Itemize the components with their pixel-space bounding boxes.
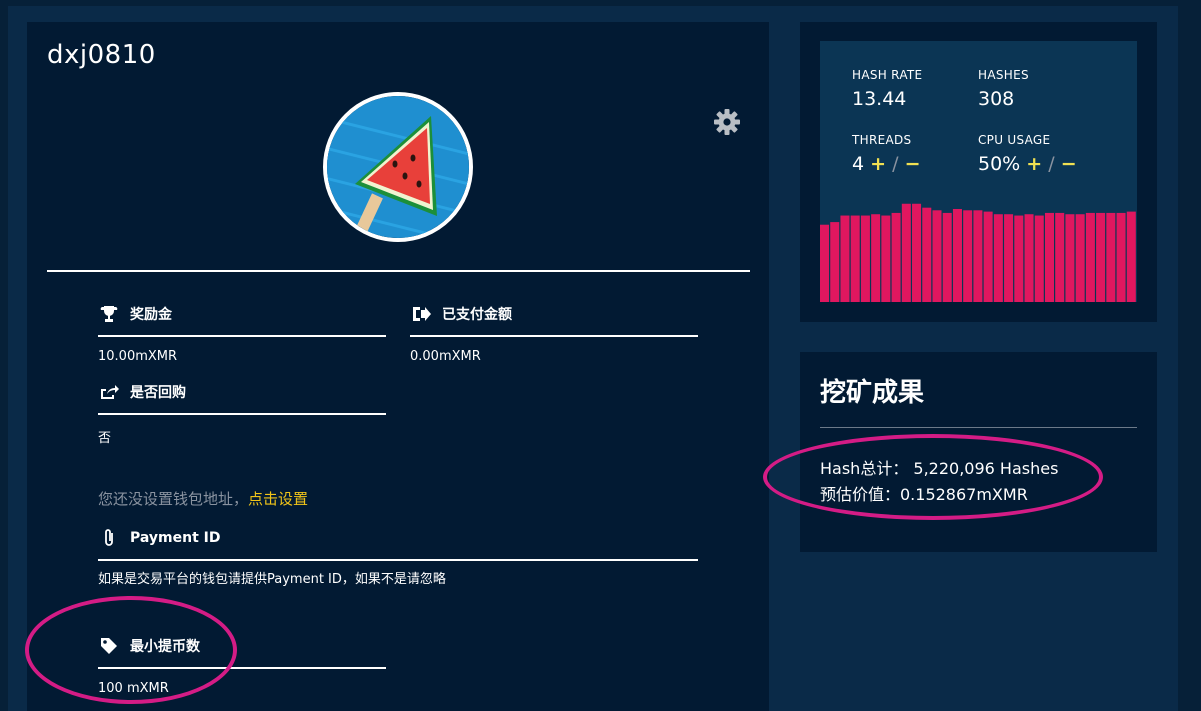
hash-rate-bar <box>973 210 983 302</box>
mining-result-title: 挖矿成果 <box>820 378 925 408</box>
hash-rate-bar <box>1116 212 1126 302</box>
avatar <box>323 92 473 242</box>
settings-gear-icon[interactable] <box>713 108 741 136</box>
hash-rate-bar <box>1004 214 1014 302</box>
hash-rate-bar <box>952 208 962 302</box>
miner-stats-box: HASH RATE 13.44 HASHES 308 THREADS 4 + /… <box>820 41 1137 302</box>
payment-id-underline <box>98 559 698 561</box>
hash-rate-bar <box>1065 214 1075 302</box>
trophy-icon <box>98 304 120 324</box>
hash-rate-bar <box>860 215 870 302</box>
hash-rate-bar <box>1014 215 1024 302</box>
paid-label: 已支付金额 <box>442 307 512 323</box>
paid-field: 已支付金额 0.00mXMR <box>410 301 698 364</box>
wallet-note-text: 您还没设置钱包地址， <box>98 490 249 508</box>
share-icon <box>98 382 120 402</box>
mining-result-divider <box>820 427 1137 428</box>
hash-rate-bar <box>912 203 922 302</box>
hash-rate-bar <box>881 215 891 302</box>
paid-value: 0.00mXMR <box>410 349 481 364</box>
hash-rate-bar <box>820 224 830 302</box>
payment-id-field: Payment ID <box>98 525 698 561</box>
hash-rate-bar <box>1075 214 1085 302</box>
hash-rate-bar <box>983 211 993 302</box>
hash-rate-bar <box>840 215 850 302</box>
miner-stats-panel: HASH RATE 13.44 HASHES 308 THREADS 4 + /… <box>800 22 1157 322</box>
hash-rate-bar <box>830 222 840 302</box>
paperclip-icon <box>98 528 120 548</box>
reward-field: 奖励金 10.00mXMR <box>98 301 386 364</box>
cpu-usage-stat: CPU USAGE 50% + / − <box>978 133 1077 175</box>
reward-underline <box>98 335 386 337</box>
highlight-ellipse <box>25 596 237 704</box>
hash-rate-bar <box>1126 211 1136 302</box>
highlight-ellipse <box>763 434 1103 520</box>
hash-rate-bar <box>1055 212 1065 302</box>
hash-rate-bar <box>922 207 932 302</box>
cpu-usage-label: CPU USAGE <box>978 133 1051 147</box>
threads-stat: THREADS 4 + / − <box>852 133 920 175</box>
buyback-label: 是否回购 <box>130 385 186 401</box>
hashes-label: HASHES <box>978 68 1029 82</box>
hashes-value: 308 <box>978 88 1015 110</box>
hash-rate-bar <box>1106 212 1116 302</box>
username: dxj0810 <box>47 40 156 70</box>
wallet-note: 您还没设置钱包地址，点击设置 <box>98 488 308 509</box>
payment-id-label: Payment ID <box>130 530 221 546</box>
hash-rate-label: HASH RATE <box>852 68 923 82</box>
hash-rate-bar <box>901 203 911 302</box>
set-wallet-link[interactable]: 点击设置 <box>248 490 308 508</box>
hash-rate-bar <box>932 210 942 302</box>
buyback-field: 是否回购 否 <box>98 379 386 446</box>
hash-rate-bar <box>850 215 860 302</box>
hash-rate-stat: HASH RATE 13.44 <box>852 68 922 110</box>
paid-underline <box>410 335 698 337</box>
hash-rate-bar <box>1044 212 1054 302</box>
hash-rate-bar <box>1024 214 1034 302</box>
hash-rate-bar <box>1096 212 1106 302</box>
hash-rate-bar <box>871 214 881 302</box>
hashes-stat: HASHES 308 <box>978 68 1029 110</box>
hash-rate-bars <box>820 203 1136 302</box>
profile-divider <box>47 270 750 272</box>
hash-rate-value: 13.44 <box>852 88 907 110</box>
sign-out-icon <box>410 304 432 324</box>
hash-rate-bar <box>963 210 973 302</box>
reward-label: 奖励金 <box>130 307 172 323</box>
hash-rate-bar <box>1085 212 1095 302</box>
threads-label: THREADS <box>852 133 912 147</box>
hash-rate-bar <box>1034 215 1044 302</box>
hash-rate-bar <box>891 212 901 302</box>
hash-rate-bar <box>993 214 1003 302</box>
reward-value: 10.00mXMR <box>98 349 178 364</box>
buyback-underline <box>98 413 386 415</box>
buyback-value: 否 <box>98 431 112 446</box>
payment-id-note: 如果是交易平台的钱包请提供Payment ID，如果不是请忽略 <box>98 572 446 587</box>
hash-rate-bar <box>942 212 952 302</box>
